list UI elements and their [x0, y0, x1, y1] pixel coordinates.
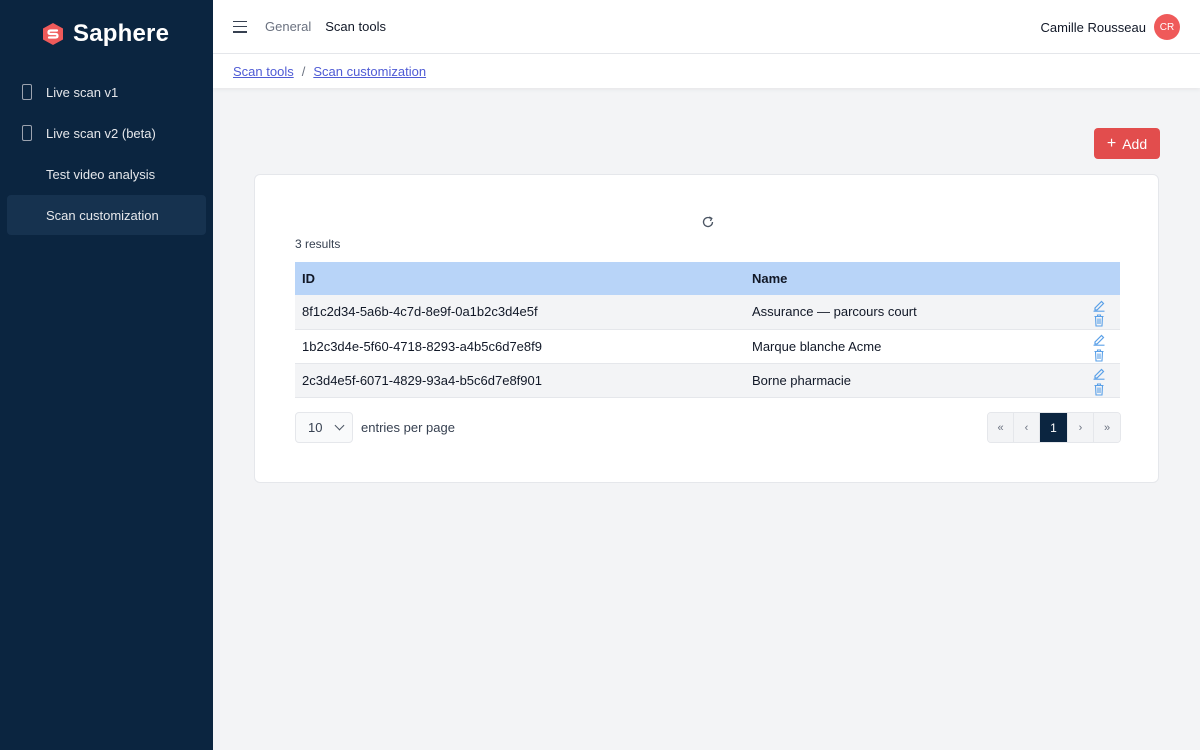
- column-header-actions: [1020, 262, 1120, 295]
- top-link-general[interactable]: General: [265, 19, 311, 34]
- sidebar-item-label: Test video analysis: [46, 166, 156, 182]
- cell-name: Marque blanche Acme: [745, 329, 1020, 364]
- brand-name: Saphere: [73, 20, 170, 47]
- sidebar: Saphere Live scan v1 Live scan v2 (beta)…: [0, 0, 213, 750]
- sidebar-item-label: Live scan v2 (beta): [46, 125, 156, 141]
- row-actions: [1020, 363, 1120, 398]
- cell-name: Assurance — parcours court: [745, 295, 1020, 330]
- sidebar-item-label: Live scan v1: [46, 84, 119, 100]
- results-card: 3 results ID Name 8f1c2d34-5a6b-4c7d-8e9…: [254, 174, 1159, 483]
- cell-id: 1b2c3d4e-5f60-4718-8293-a4b5c6d7e8f9: [295, 329, 745, 364]
- cell-name: Borne pharmacie: [745, 363, 1020, 398]
- first-page-button[interactable]: «: [988, 413, 1014, 442]
- per-page-label: entries per page: [361, 420, 455, 435]
- trash-icon[interactable]: [1092, 313, 1106, 327]
- prev-page-button[interactable]: ‹: [1014, 413, 1040, 442]
- edit-icon[interactable]: [1092, 298, 1106, 312]
- logo-icon: [43, 23, 63, 45]
- per-page-select[interactable]: 10: [295, 412, 353, 443]
- table-row: 2c3d4e5f-6071-4829-93a4-b5c6d7e8f901 Bor…: [295, 363, 1120, 398]
- page-button-1[interactable]: 1: [1040, 413, 1068, 442]
- sidebar-item-test-video-analysis[interactable]: Test video analysis: [7, 154, 206, 194]
- pagination: « ‹ 1 › »: [987, 412, 1121, 443]
- top-bar: General Scan tools Camille Rousseau CR: [213, 0, 1200, 54]
- next-page-button[interactable]: ›: [1068, 413, 1094, 442]
- add-button-label: Add: [1122, 135, 1148, 152]
- row-actions: [1020, 295, 1120, 330]
- chevron-down-icon: [334, 420, 345, 431]
- per-page-value: 10: [308, 420, 323, 435]
- scan-customization-table: ID Name 8f1c2d34-5a6b-4c7d-8e9f-0a1b2c3d…: [295, 262, 1120, 398]
- breadcrumb-scan-customization[interactable]: Scan customization: [313, 64, 426, 79]
- top-link-scan-tools[interactable]: Scan tools: [325, 19, 386, 34]
- user-menu[interactable]: Camille Rousseau CR: [1040, 0, 1180, 54]
- breadcrumb-scan-tools[interactable]: Scan tools: [233, 64, 294, 79]
- phone-icon: [22, 84, 32, 100]
- breadcrumb-separator: /: [301, 63, 306, 79]
- brand-logo[interactable]: Saphere: [0, 0, 213, 68]
- phone-icon: [22, 125, 32, 141]
- sidebar-nav: Live scan v1 Live scan v2 (beta) Test vi…: [0, 68, 213, 240]
- edit-icon[interactable]: [1092, 332, 1106, 346]
- table-row: 1b2c3d4e-5f60-4718-8293-a4b5c6d7e8f9 Mar…: [295, 329, 1120, 364]
- cell-id: 2c3d4e5f-6071-4829-93a4-b5c6d7e8f901: [295, 363, 745, 398]
- trash-icon[interactable]: [1092, 348, 1106, 362]
- cell-id: 8f1c2d34-5a6b-4c7d-8e9f-0a1b2c3d4e5f: [295, 295, 745, 330]
- trash-icon[interactable]: [1092, 382, 1106, 396]
- user-name: Camille Rousseau: [1040, 19, 1147, 35]
- column-header-id[interactable]: ID: [295, 262, 745, 295]
- hamburger-icon[interactable]: [233, 20, 247, 33]
- last-page-button[interactable]: »: [1094, 413, 1120, 442]
- plus-icon: +: [1106, 134, 1117, 152]
- table-header-row: ID Name: [295, 262, 1120, 295]
- breadcrumb: Scan tools / Scan customization: [213, 54, 1200, 88]
- per-page-control: 10 entries per page: [295, 412, 455, 443]
- add-button[interactable]: + Add: [1094, 128, 1160, 159]
- row-actions: [1020, 329, 1120, 364]
- edit-icon[interactable]: [1092, 366, 1106, 380]
- sidebar-item-live-scan-v1[interactable]: Live scan v1: [7, 72, 206, 112]
- sidebar-item-scan-customization[interactable]: Scan customization: [7, 195, 206, 235]
- table-row: 8f1c2d34-5a6b-4c7d-8e9f-0a1b2c3d4e5f Ass…: [295, 295, 1120, 330]
- results-count: 3 results: [295, 237, 341, 251]
- sidebar-item-live-scan-v2[interactable]: Live scan v2 (beta): [7, 113, 206, 153]
- refresh-icon[interactable]: [701, 215, 715, 229]
- sidebar-item-label: Scan customization: [46, 207, 159, 223]
- column-header-name[interactable]: Name: [745, 262, 1020, 295]
- avatar: CR: [1154, 14, 1180, 40]
